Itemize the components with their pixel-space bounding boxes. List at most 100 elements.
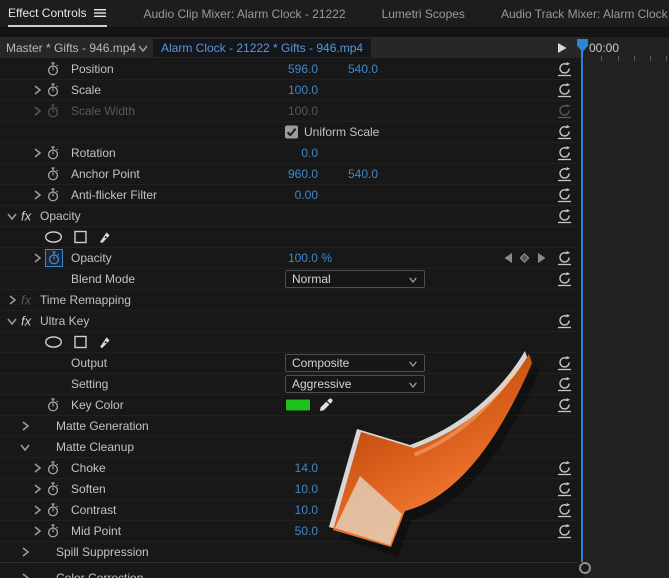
stopwatch-icon[interactable] (47, 167, 59, 181)
output-dropdown[interactable]: Composite (285, 354, 425, 372)
reset-icon[interactable] (557, 83, 572, 98)
reset-icon[interactable] (557, 167, 572, 182)
ruler-tick (666, 56, 667, 61)
ellipse-mask-icon[interactable] (44, 336, 63, 349)
param-label: Position (71, 62, 114, 76)
eyedropper-icon[interactable] (319, 398, 333, 412)
reset-icon[interactable] (557, 503, 572, 518)
stopwatch-icon[interactable] (47, 398, 59, 412)
chevron-right-icon[interactable] (19, 571, 31, 578)
chevron-right-icon[interactable] (31, 462, 43, 475)
next-keyframe-icon[interactable] (537, 253, 546, 264)
position-x-value[interactable]: 596.0 (270, 62, 318, 76)
reset-icon[interactable] (557, 377, 572, 392)
blend-mode-dropdown[interactable]: Normal (285, 270, 425, 288)
chevron-right-icon[interactable] (31, 483, 43, 496)
scale-value[interactable]: 100.0 (270, 83, 318, 97)
chevron-right-icon[interactable] (19, 420, 31, 433)
key-color-swatch[interactable] (285, 398, 311, 412)
chevron-right-icon[interactable] (6, 294, 18, 307)
stopwatch-icon[interactable] (47, 188, 59, 202)
reset-icon[interactable] (557, 524, 572, 539)
reset-icon[interactable] (557, 146, 572, 161)
chevron-down-icon[interactable] (6, 315, 19, 327)
stopwatch-icon[interactable] (47, 503, 59, 517)
chevron-down-icon (408, 358, 419, 368)
chevron-right-icon[interactable] (31, 504, 43, 517)
chevron-right-icon[interactable] (31, 147, 43, 160)
uniform-scale-checkbox[interactable] (285, 125, 298, 139)
play-icon[interactable] (556, 41, 568, 54)
tab-label: Lumetri Scopes (381, 6, 465, 21)
reset-icon[interactable] (557, 209, 572, 224)
row-output: Output Composite (0, 353, 578, 374)
chevron-down-icon[interactable] (137, 42, 150, 54)
chevron-right-icon[interactable] (31, 252, 43, 265)
mid-point-value[interactable]: 50.0 (270, 524, 318, 538)
setting-dropdown[interactable]: Aggressive (285, 375, 425, 393)
ellipse-mask-icon[interactable] (44, 231, 63, 244)
contrast-value[interactable]: 10.0 (270, 503, 318, 517)
anti-flicker-value[interactable]: 0.00 (270, 188, 318, 202)
sequence-clip-label[interactable]: Alarm Clock - 21222 * Gifts - 946.mp4 (153, 38, 372, 57)
tab-audio-clip-mixer[interactable]: Audio Clip Mixer: Alarm Clock - 21222 (143, 0, 345, 27)
param-label: Opacity (71, 251, 112, 265)
reset-icon[interactable] (557, 398, 572, 413)
stopwatch-active-box[interactable] (45, 249, 63, 267)
stopwatch-icon[interactable] (47, 524, 59, 538)
chevron-down-icon[interactable] (19, 441, 32, 453)
chevron-right-icon[interactable] (19, 546, 31, 559)
param-label: Choke (71, 461, 106, 475)
stopwatch-icon[interactable] (47, 461, 59, 475)
reset-icon[interactable] (557, 272, 572, 287)
row-opacity-section: fx Opacity (0, 206, 578, 227)
reset-icon[interactable] (557, 104, 572, 119)
tab-lumetri-scopes[interactable]: Lumetri Scopes (382, 0, 465, 27)
opacity-value[interactable]: 100.0 % (270, 251, 332, 265)
timeline-zoom-handle[interactable] (579, 562, 591, 574)
master-clip-label[interactable]: Master * Gifts - 946.mp4 (6, 41, 136, 55)
reset-icon[interactable] (557, 62, 572, 77)
soften-value[interactable]: 10.0 (270, 482, 318, 496)
stopwatch-icon[interactable] (47, 146, 59, 160)
choke-value[interactable]: 14.0 (270, 461, 318, 475)
stopwatch-icon[interactable] (47, 482, 59, 496)
row-position: Position 596.0 540.0 (0, 59, 578, 80)
fx-badge[interactable]: fx (21, 209, 31, 224)
add-keyframe-icon[interactable] (518, 252, 531, 265)
stopwatch-icon[interactable] (47, 83, 59, 97)
row-anchor-point: Anchor Point 960.0 540.0 (0, 164, 578, 185)
effects-timeline[interactable]: 00:00 (584, 37, 669, 578)
reset-icon[interactable] (557, 314, 572, 329)
reset-icon[interactable] (557, 125, 572, 140)
rotation-value[interactable]: 0.0 (270, 146, 318, 160)
row-rotation: Rotation 0.0 (0, 143, 578, 164)
previous-keyframe-icon[interactable] (504, 253, 513, 264)
reset-icon[interactable] (557, 188, 572, 203)
rectangle-mask-icon[interactable] (74, 336, 87, 349)
ruler-tick (618, 56, 619, 61)
reset-icon[interactable] (557, 251, 572, 266)
chevron-down-icon[interactable] (6, 210, 19, 222)
reset-icon[interactable] (557, 356, 572, 371)
chevron-right-icon[interactable] (31, 525, 43, 538)
reset-icon[interactable] (557, 482, 572, 497)
row-matte-generation: Matte Generation (0, 416, 578, 437)
panel-menu-icon[interactable] (93, 7, 107, 19)
params-bottom-divider (0, 562, 578, 563)
fx-badge[interactable]: fx (21, 314, 31, 329)
pen-mask-icon[interactable] (98, 335, 112, 349)
playhead-line[interactable] (581, 50, 583, 562)
chevron-right-icon[interactable] (31, 189, 43, 202)
rectangle-mask-icon[interactable] (74, 231, 87, 244)
position-y-value[interactable]: 540.0 (330, 62, 378, 76)
reset-icon[interactable] (557, 461, 572, 476)
chevron-right-icon[interactable] (31, 84, 43, 97)
tab-effect-controls[interactable]: Effect Controls (8, 0, 108, 27)
row-soften: Soften 10.0 (0, 479, 578, 500)
tab-audio-track-mixer[interactable]: Audio Track Mixer: Alarm Clock - 21222 (501, 0, 669, 27)
anchor-x-value[interactable]: 960.0 (270, 167, 318, 181)
anchor-y-value[interactable]: 540.0 (330, 167, 378, 181)
pen-mask-icon[interactable] (98, 230, 112, 244)
stopwatch-icon[interactable] (47, 62, 59, 76)
